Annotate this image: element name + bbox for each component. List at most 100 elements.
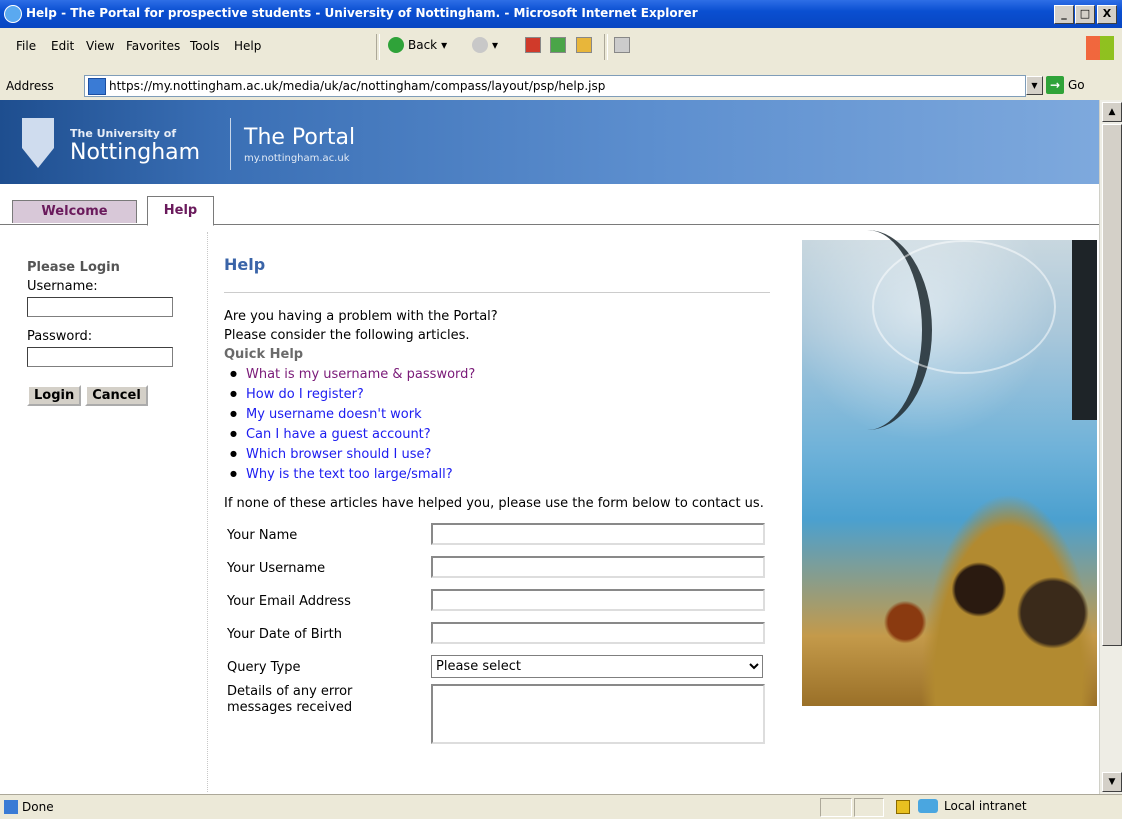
menu-file[interactable]: File bbox=[16, 39, 36, 53]
help-link-register[interactable]: How do I register? bbox=[246, 387, 364, 402]
list-item: What is my username & password? bbox=[224, 364, 770, 384]
forward-button[interactable]: ▾ bbox=[472, 37, 498, 53]
address-url[interactable]: https://my.nottingham.ac.uk/media/uk/ac/… bbox=[109, 79, 605, 93]
scroll-down-button[interactable]: ▼ bbox=[1102, 772, 1122, 792]
zone-label: Local intranet bbox=[944, 799, 1027, 813]
help-link-browser[interactable]: Which browser should I use? bbox=[246, 447, 431, 462]
home-icon bbox=[576, 37, 592, 53]
forward-arrow-icon bbox=[472, 37, 488, 53]
email-input[interactable] bbox=[431, 589, 765, 611]
campus-photo bbox=[802, 230, 1097, 706]
tab-help[interactable]: Help bbox=[147, 196, 214, 226]
form-row-email: Your Email Address bbox=[224, 585, 770, 618]
list-item: Can I have a guest account? bbox=[224, 424, 770, 444]
form-row-query-type: Query Type Please select bbox=[224, 651, 770, 684]
help-link-text-size[interactable]: Why is the text too large/small? bbox=[246, 467, 453, 482]
scroll-thumb[interactable] bbox=[1102, 124, 1122, 646]
intro-line-1: Are you having a problem with the Portal… bbox=[224, 309, 498, 324]
page-viewport: The University of Nottingham The Portal … bbox=[0, 100, 1099, 794]
menu-view[interactable]: View bbox=[86, 39, 114, 53]
query-type-select[interactable]: Please select bbox=[431, 655, 763, 678]
form-row-dob: Your Date of Birth bbox=[224, 618, 770, 651]
page-icon bbox=[88, 78, 106, 95]
menu-bar: File Edit View Favorites Tools Help Back… bbox=[0, 28, 1122, 73]
list-item: My username doesn't work bbox=[224, 404, 770, 424]
column-divider bbox=[207, 232, 208, 792]
banner-divider bbox=[230, 118, 231, 170]
your-username-input[interactable] bbox=[431, 556, 765, 578]
email-label: Your Email Address bbox=[227, 594, 351, 609]
intro-line-2: Please consider the following articles. bbox=[224, 328, 470, 343]
login-heading: Please Login bbox=[27, 260, 120, 275]
forward-dropdown-icon: ▾ bbox=[492, 38, 499, 52]
password-label: Password: bbox=[27, 329, 93, 344]
address-dropdown-button[interactable]: ▼ bbox=[1026, 76, 1043, 95]
windows-logo-icon bbox=[1086, 36, 1114, 60]
back-dropdown-icon: ▾ bbox=[441, 38, 448, 52]
site-banner: The University of Nottingham The Portal … bbox=[0, 100, 1099, 184]
username-label: Username: bbox=[27, 279, 98, 294]
go-button[interactable]: → Go bbox=[1046, 76, 1085, 94]
list-item: How do I register? bbox=[224, 384, 770, 404]
university-name: Nottingham bbox=[70, 140, 201, 165]
tab-strip: Welcome Help bbox=[0, 184, 1099, 226]
form-row-username: Your Username bbox=[224, 552, 770, 585]
refresh-button[interactable] bbox=[550, 37, 566, 53]
print-button[interactable] bbox=[614, 37, 630, 53]
stop-icon bbox=[525, 37, 541, 53]
back-label: Back bbox=[408, 38, 438, 52]
help-content: Help Are you having a problem with the P… bbox=[224, 255, 770, 744]
cancel-button[interactable]: Cancel bbox=[85, 385, 148, 406]
security-zone: Local intranet bbox=[918, 799, 1027, 813]
go-label: Go bbox=[1068, 78, 1085, 92]
portal-title: The Portal bbox=[244, 125, 356, 150]
help-link-username-not-working[interactable]: My username doesn't work bbox=[246, 407, 422, 422]
status-bar: Done Local intranet bbox=[0, 794, 1122, 819]
back-arrow-icon bbox=[388, 37, 404, 53]
your-username-label: Your Username bbox=[227, 561, 326, 576]
back-button[interactable]: Back ▾ bbox=[388, 37, 447, 53]
dob-label: Your Date of Birth bbox=[227, 627, 342, 642]
address-bar: Address https://my.nottingham.ac.uk/medi… bbox=[0, 72, 1122, 101]
portal-subtitle: my.nottingham.ac.uk bbox=[244, 153, 350, 164]
address-field[interactable]: https://my.nottingham.ac.uk/media/uk/ac/… bbox=[84, 75, 1026, 97]
maximize-button[interactable]: □ bbox=[1075, 5, 1095, 24]
stop-button[interactable] bbox=[525, 37, 541, 53]
query-type-label: Query Type bbox=[227, 660, 301, 675]
status-pane bbox=[820, 798, 852, 817]
refresh-icon bbox=[550, 37, 566, 53]
window-title-bar: Help - The Portal for prospective studen… bbox=[0, 0, 1122, 28]
quick-help-heading: Quick Help bbox=[224, 347, 304, 362]
photo-pillar bbox=[1072, 240, 1097, 420]
close-button[interactable]: X bbox=[1097, 5, 1117, 24]
scroll-up-button[interactable]: ▲ bbox=[1102, 102, 1122, 122]
dob-input[interactable] bbox=[431, 622, 765, 644]
password-input[interactable] bbox=[27, 347, 173, 367]
status-text: Done bbox=[22, 800, 54, 814]
help-link-guest-account[interactable]: Can I have a guest account? bbox=[246, 427, 431, 442]
menu-favorites[interactable]: Favorites bbox=[126, 39, 180, 53]
login-panel: Please Login Username: Password: Login C… bbox=[27, 260, 173, 406]
go-arrow-icon: → bbox=[1046, 76, 1064, 94]
login-button[interactable]: Login bbox=[27, 385, 82, 406]
page-done-icon bbox=[4, 800, 18, 814]
minimize-button[interactable]: _ bbox=[1054, 5, 1074, 24]
toolbar-separator bbox=[604, 34, 608, 60]
window-title: Help - The Portal for prospective studen… bbox=[26, 6, 698, 20]
menu-edit[interactable]: Edit bbox=[51, 39, 74, 53]
name-input[interactable] bbox=[431, 523, 765, 545]
form-row-details: Details of any error messages received bbox=[224, 684, 770, 744]
tab-welcome[interactable]: Welcome bbox=[12, 200, 137, 223]
details-textarea[interactable] bbox=[431, 684, 765, 744]
help-link-username-password[interactable]: What is my username & password? bbox=[246, 367, 475, 382]
university-name-small: The University of bbox=[70, 127, 177, 140]
home-button[interactable] bbox=[576, 37, 592, 53]
print-icon bbox=[614, 37, 630, 53]
title-divider bbox=[224, 292, 770, 293]
vertical-scrollbar[interactable]: ▲ ▼ bbox=[1099, 100, 1122, 794]
menu-tools[interactable]: Tools bbox=[190, 39, 220, 53]
quick-help-list: What is my username & password? How do I… bbox=[224, 364, 770, 484]
username-input[interactable] bbox=[27, 297, 173, 317]
contact-text: If none of these articles have helped yo… bbox=[224, 496, 764, 511]
menu-help[interactable]: Help bbox=[234, 39, 261, 53]
